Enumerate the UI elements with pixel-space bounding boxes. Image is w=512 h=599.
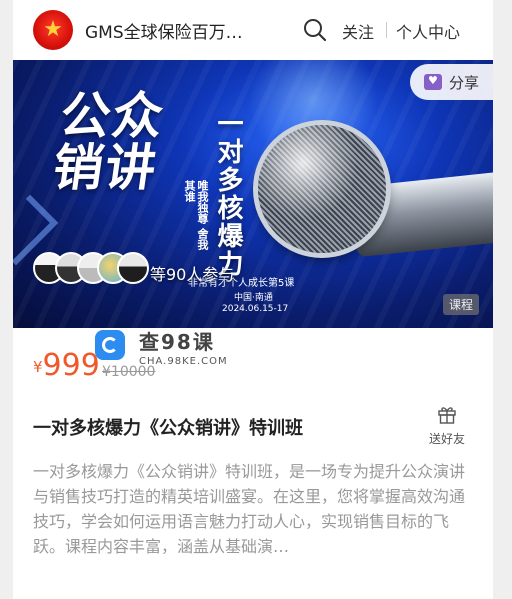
shop-title[interactable]: GMS全球保险百万… bbox=[85, 18, 243, 43]
share-icon bbox=[424, 74, 442, 90]
banner-side-slogan: 唯我独尊 舍我其谁 bbox=[183, 180, 209, 250]
follow-button[interactable]: 关注 bbox=[342, 19, 374, 43]
watermark-domain: CHA.98KE.COM bbox=[139, 356, 228, 367]
gift-label: 送好友 bbox=[428, 432, 465, 446]
course-description: 一对多核爆力《公众销讲》特训班，是一场专为提升公众演讲与销售技巧打造的精英培训盛… bbox=[33, 462, 466, 556]
banner-main-slogan: 公众销讲 bbox=[49, 87, 169, 197]
banner-date: 2024.06.15-17 bbox=[222, 304, 289, 314]
star-icon: ★ bbox=[43, 17, 63, 42]
watermark-logo-icon bbox=[95, 330, 125, 360]
participants-count: 等90人参与 bbox=[150, 265, 235, 284]
course-tag: 课程 bbox=[443, 294, 480, 315]
currency-symbol: ¥ bbox=[33, 358, 43, 376]
header: ★ GMS全球保险百万… 关注 个人中心 bbox=[13, 0, 493, 60]
shop-logo[interactable]: ★ bbox=[33, 10, 73, 50]
price-value: 999 bbox=[42, 348, 100, 383]
gift-icon bbox=[438, 407, 456, 424]
current-price: ¥999 bbox=[33, 348, 100, 383]
course-banner[interactable]: 公众销讲 唯我独尊 舍我其谁 一对多核爆力 非常有才个人成长第5课 中国·南通 … bbox=[13, 60, 493, 328]
share-label: 分享 bbox=[449, 73, 480, 92]
banner-location: 中国·南通 bbox=[234, 293, 273, 303]
search-icon[interactable] bbox=[302, 17, 328, 43]
gift-to-friend-button[interactable]: 送好友 bbox=[427, 404, 467, 447]
share-button[interactable]: 分享 bbox=[410, 64, 493, 100]
page: ★ GMS全球保险百万… 关注 个人中心 公众销讲 唯我独尊 舍我其谁 一对多核… bbox=[13, 0, 493, 599]
microphone-icon bbox=[258, 125, 386, 253]
avatar bbox=[117, 252, 149, 284]
personal-center-link[interactable]: 个人中心 bbox=[396, 19, 460, 43]
header-divider bbox=[386, 22, 387, 38]
course-title: 一对多核爆力《公众销讲》特训班 bbox=[33, 418, 303, 439]
watermark-text: 查98课 bbox=[139, 330, 215, 354]
